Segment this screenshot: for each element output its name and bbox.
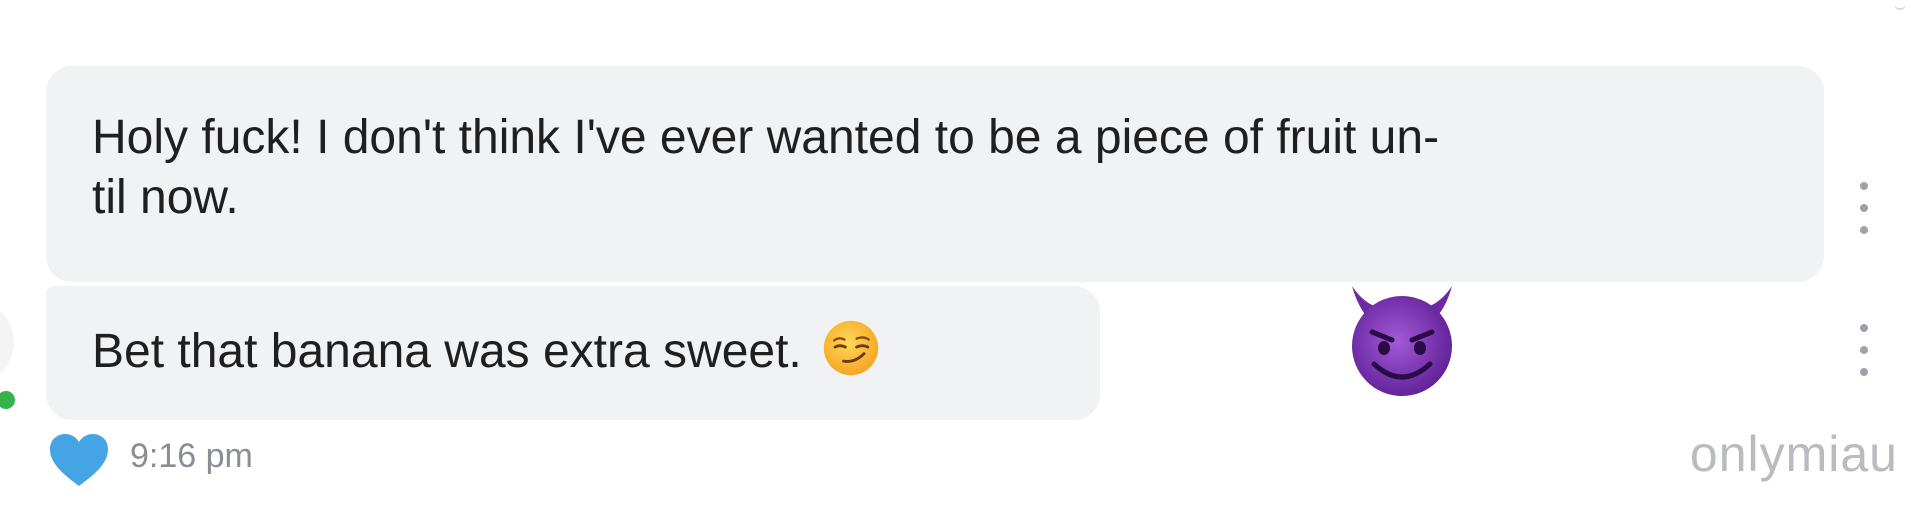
- message-options-icon[interactable]: [1852, 182, 1876, 234]
- avatar[interactable]: [0, 300, 14, 384]
- options-dot: [1860, 182, 1868, 190]
- online-status-dot: [0, 388, 18, 412]
- message-bubble[interactable]: Holy fuck! I don't think I've ever wante…: [46, 66, 1824, 282]
- options-dot: [1860, 204, 1868, 212]
- options-dot: [1860, 368, 1868, 376]
- corner-indicator: [1894, 0, 1906, 10]
- message-text-line-2: til now.: [92, 171, 239, 224]
- message-text: Bet that banana was extra sweet.: [92, 325, 802, 378]
- options-dot: [1860, 324, 1868, 332]
- message-options-icon[interactable]: [1852, 324, 1876, 376]
- message-bubble[interactable]: Bet that banana was extra sweet.: [46, 286, 1100, 420]
- watermark: onlymiau: [1689, 426, 1898, 482]
- message-timestamp: 9:16 pm: [130, 437, 253, 475]
- heart-icon[interactable]: [48, 432, 110, 488]
- chat-thread: Holy fuck! I don't think I've ever wante…: [0, 0, 1920, 509]
- smirking-face-icon: [823, 321, 879, 376]
- smiling-face-with-horns-icon: [1352, 286, 1452, 396]
- options-dot: [1860, 346, 1868, 354]
- options-dot: [1860, 226, 1868, 234]
- message-text-line-1: Holy fuck! I don't think I've ever wante…: [92, 111, 1440, 164]
